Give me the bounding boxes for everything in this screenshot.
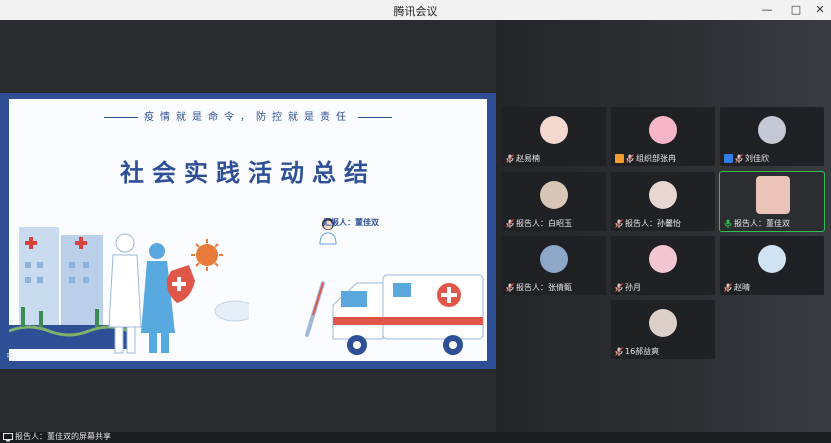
participant-name-text: 报告人：张倩甄	[516, 283, 572, 292]
participant-name-text: 赵晴	[734, 283, 750, 292]
participant-avatar	[540, 245, 568, 273]
participant-avatar	[649, 181, 677, 209]
participant-avatar	[649, 245, 677, 273]
hospital-illustration	[9, 227, 249, 354]
mic-active-icon	[724, 219, 732, 228]
ambulance-illustration	[332, 274, 484, 355]
participant-tile[interactable]: 报告人：孙馨怡	[611, 172, 715, 231]
slogan-line-right	[358, 116, 392, 118]
participant-name-text: 组织部张冉	[636, 154, 676, 163]
slide-slogan: 疫情就是命令，防控就是责任	[9, 108, 487, 123]
menu-icon[interactable]: ≡	[6, 351, 14, 361]
participant-name-text: 报告人：董佳双	[734, 219, 790, 228]
mic-muted-icon	[506, 219, 514, 228]
window-title: 腾讯会议	[393, 5, 438, 18]
participant-tile[interactable]: 组织部张冉	[611, 107, 715, 166]
screen-share-label: 报告人：董佳双的屏幕共享	[15, 432, 111, 441]
participant-avatar	[649, 309, 677, 337]
minimize-icon[interactable]: —	[755, 0, 779, 20]
participant-name: 孙月	[615, 282, 641, 293]
slogan-text: 疫情就是命令，防控就是责任	[144, 112, 352, 123]
participant-avatar	[540, 116, 568, 144]
mic-muted-icon	[506, 154, 514, 163]
mic-muted-icon	[724, 283, 732, 292]
mic-muted-icon	[626, 154, 634, 163]
participant-name: 报告人：孙馨怡	[615, 218, 681, 229]
slide-title: 社会实践活动总结	[120, 159, 376, 187]
maximize-icon[interactable]: □	[784, 0, 808, 20]
mic-muted-icon	[615, 283, 623, 292]
mic-muted-icon	[615, 219, 623, 228]
screen-share-icon	[3, 433, 13, 442]
participant-name-text: 报告人：白昭玉	[516, 219, 572, 228]
participant-name: 赵易楠	[506, 153, 540, 164]
participant-name: 16郝益爽	[615, 346, 659, 357]
participant-name-text: 赵易楠	[516, 154, 540, 163]
participant-avatar	[649, 116, 677, 144]
participant-tile[interactable]: 孙月	[611, 236, 715, 295]
participant-name: 赵晴	[724, 282, 750, 293]
participant-avatar	[540, 181, 568, 209]
cohost-badge-icon	[724, 154, 733, 163]
slide-reporter: 汇报人：董佳双	[323, 218, 379, 227]
participant-name: 报告人：白昭玉	[506, 218, 572, 229]
participant-tile[interactable]: 报告人：白昭玉	[502, 172, 606, 231]
mic-muted-icon	[506, 283, 514, 292]
slide-canvas: 疫情就是命令，防控就是责任 社会实践活动总结 汇报人：董佳双	[9, 99, 487, 361]
participant-name-text: 孙月	[625, 283, 641, 292]
title-bar: 腾讯会议 — □ ✕	[0, 0, 831, 20]
participant-name-text: 16郝益爽	[625, 347, 660, 356]
shared-slide: 疫情就是命令，防控就是责任 社会实践活动总结 汇报人：董佳双	[0, 93, 496, 369]
participant-avatar	[756, 176, 790, 214]
participant-avatar	[758, 116, 786, 144]
mic-muted-icon	[735, 154, 743, 163]
participant-tile[interactable]: 报告人：张倩甄	[502, 236, 606, 295]
participant-name-text: 刘佳欣	[745, 154, 769, 163]
mic-muted-icon	[615, 347, 623, 356]
participant-avatar	[758, 245, 786, 273]
participant-name: 报告人：张倩甄	[506, 282, 572, 293]
host-badge-icon	[615, 154, 624, 163]
close-icon[interactable]: ✕	[808, 0, 831, 20]
participant-tile[interactable]: 报告人：董佳双	[719, 171, 825, 232]
participant-tile[interactable]: 刘佳欣	[720, 107, 824, 166]
slogan-line-left	[104, 116, 138, 118]
participant-name-text: 报告人：孙馨怡	[625, 219, 681, 228]
participant-tile[interactable]: 16郝益爽	[611, 300, 715, 359]
participant-tile[interactable]: 赵晴	[720, 236, 824, 295]
participant-name: 报告人：董佳双	[724, 218, 790, 229]
status-bar: 报告人：董佳双的屏幕共享	[0, 432, 831, 443]
participant-name: 刘佳欣	[724, 153, 769, 164]
participant-name: 组织部张冉	[615, 153, 676, 164]
participant-tile[interactable]: 赵易楠	[502, 107, 606, 166]
